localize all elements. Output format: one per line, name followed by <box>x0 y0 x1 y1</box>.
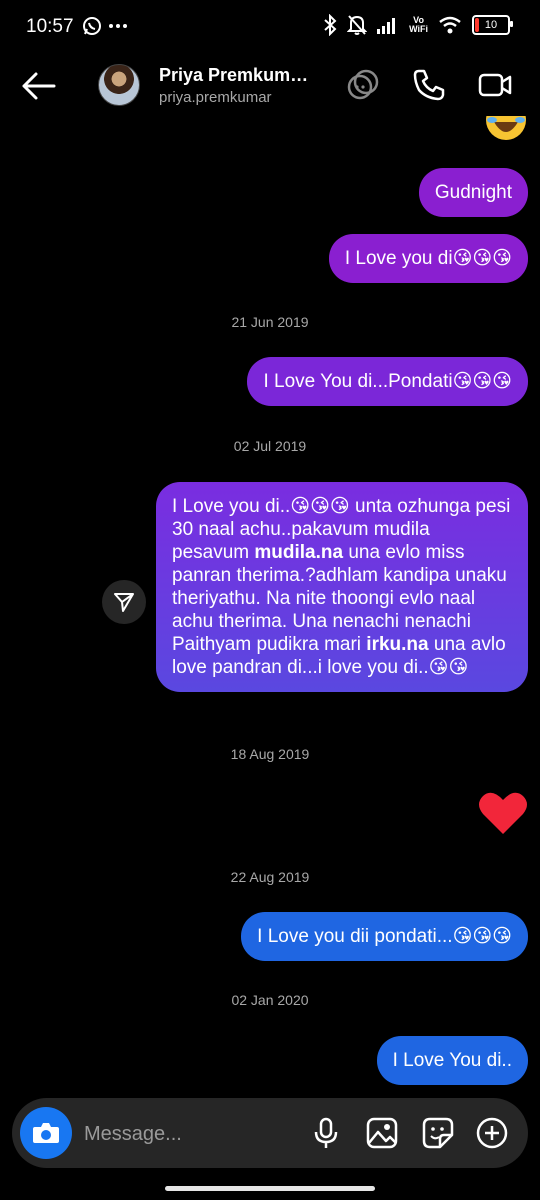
avatar[interactable] <box>98 64 140 106</box>
contact-name[interactable]: Priya Premkum… <box>159 65 308 86</box>
status-bar: 10:57 Vo WiFi 10 <box>0 0 540 56</box>
message-composer <box>12 1098 528 1168</box>
gallery-icon[interactable] <box>365 1116 399 1150</box>
camera-icon <box>33 1123 59 1143</box>
more-dots-icon <box>109 24 127 28</box>
phone-icon[interactable] <box>412 68 446 102</box>
contact-username[interactable]: priya.premkumar <box>159 89 272 106</box>
message-thread[interactable]: Gudnight I Love you di😘😘😘 21 Jun 2019 I … <box>0 116 540 1096</box>
wifi-icon <box>439 16 461 34</box>
message-input[interactable] <box>82 1116 306 1152</box>
date-divider: 02 Jan 2020 <box>231 992 309 1008</box>
microphone-icon[interactable] <box>309 1116 343 1150</box>
signal-icon <box>377 18 396 34</box>
date-divider: 18 Aug 2019 <box>230 746 310 762</box>
camera-button[interactable] <box>20 1107 72 1159</box>
whatsapp-icon <box>83 17 101 35</box>
laughing-emoji-icon <box>486 116 526 140</box>
long-message-bubble[interactable]: I Love you di..😘😘😘 unta ozhunga pesi 30 … <box>156 482 528 692</box>
message-bold-text: irku.na <box>366 634 429 655</box>
message-bubble[interactable]: I Love You di...Pondati😘😘😘 <box>247 357 528 406</box>
status-time: 10:57 <box>26 16 74 37</box>
message-bubble[interactable]: I Love you di😘😘😘 <box>328 234 528 283</box>
sticker-icon[interactable] <box>421 1116 455 1150</box>
back-arrow-icon[interactable] <box>20 70 56 102</box>
battery-icon: 10 <box>472 15 513 35</box>
vowifi-indicator: Vo WiFi <box>409 15 428 34</box>
home-indicator <box>165 1186 375 1191</box>
share-button[interactable] <box>102 580 146 624</box>
add-icon[interactable] <box>475 1116 509 1150</box>
effects-icon[interactable] <box>346 68 380 102</box>
message-bubble[interactable]: Gudnight <box>418 168 528 217</box>
bluetooth-icon <box>324 14 337 36</box>
status-left-icons <box>82 16 128 36</box>
message-bold-text: mudila.na <box>254 542 344 563</box>
date-divider: 02 Jul 2019 <box>233 438 307 454</box>
chat-header: Priya Premkum… priya.premkumar <box>0 56 540 116</box>
message-bubble[interactable]: I Love You di.. <box>376 1036 528 1085</box>
video-call-icon[interactable] <box>478 68 512 102</box>
date-divider: 21 Jun 2019 <box>231 314 309 330</box>
bell-muted-icon <box>347 15 368 35</box>
heart-reaction-icon[interactable] <box>478 790 528 836</box>
send-icon <box>114 593 134 612</box>
message-bubble[interactable]: I Love you dii pondati...😘😘😘 <box>241 912 528 961</box>
date-divider: 22 Aug 2019 <box>230 869 310 885</box>
status-right-icons: Vo WiFi 10 <box>323 14 513 36</box>
